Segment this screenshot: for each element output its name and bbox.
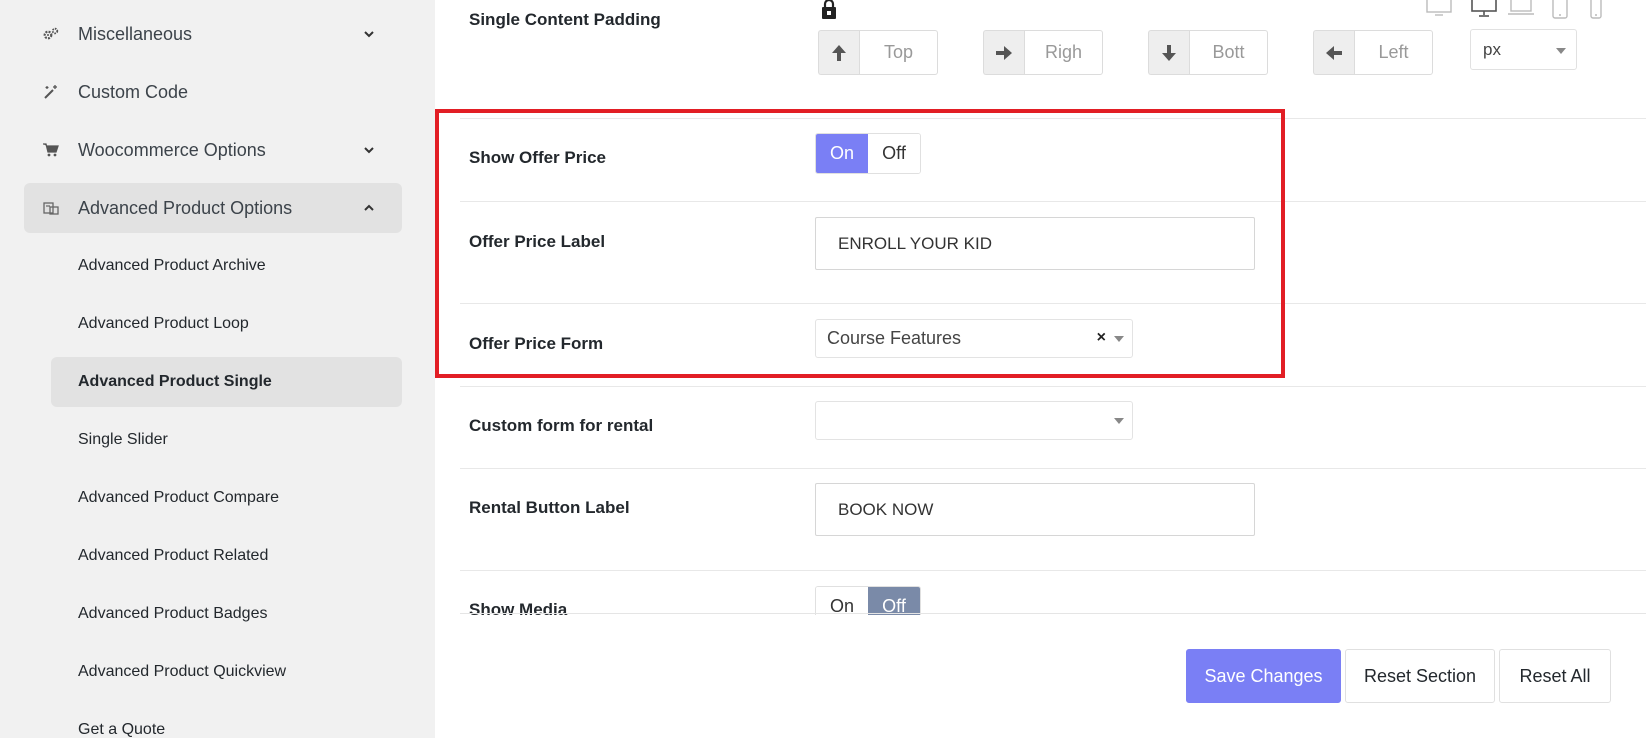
chevron-down-icon <box>362 143 376 157</box>
offer-price-form-select[interactable]: Course Features × <box>815 319 1133 358</box>
sidebar-item-woocommerce-options[interactable]: Woocommerce Options <box>24 125 402 175</box>
reset-section-button[interactable]: Reset Section <box>1345 649 1495 703</box>
sidebar-subitem-label: Advanced Product Compare <box>78 489 279 506</box>
sidebar-item-advanced-product-options[interactable]: Advanced Product Options <box>24 183 402 233</box>
product-options-icon <box>42 199 60 217</box>
footer-divider <box>460 613 1646 614</box>
sidebar-subitem-label: Advanced Product Loop <box>78 315 249 332</box>
settings-panel: Single Content Padding Top Righ Bott Lef… <box>435 0 1646 738</box>
row-divider <box>460 201 1646 202</box>
show-media-toggle: On Off <box>815 586 921 615</box>
sidebar: Miscellaneous Custom Code Woocommerce Op… <box>0 0 435 738</box>
custom-form-rental-select[interactable] <box>815 401 1133 440</box>
sidebar-subitem-get-a-quote[interactable]: Get a Quote <box>51 705 402 738</box>
sidebar-subitem-label: Advanced Product Archive <box>78 257 266 274</box>
sidebar-subitem-label: Advanced Product Related <box>78 547 269 564</box>
sidebar-subitem-label: Advanced Product Quickview <box>78 663 287 680</box>
arrow-left-icon <box>1313 30 1354 75</box>
sidebar-item-custom-code[interactable]: Custom Code <box>24 67 402 117</box>
row-divider <box>460 468 1646 469</box>
show-offer-price-label: Show Offer Price <box>469 148 606 167</box>
show-offer-price-toggle: On Off <box>815 133 921 174</box>
sidebar-subitem-advanced-product-archive[interactable]: Advanced Product Archive <box>51 241 402 291</box>
sidebar-item-miscellaneous[interactable]: Miscellaneous <box>24 9 402 59</box>
sidebar-subitem-advanced-product-compare[interactable]: Advanced Product Compare <box>51 473 402 523</box>
padding-unit-select[interactable]: px <box>1470 29 1577 70</box>
offer-price-form-value: Course Features <box>827 328 962 348</box>
arrow-right-icon <box>983 30 1024 75</box>
rental-button-label-input[interactable]: BOOK NOW <box>815 483 1255 536</box>
sidebar-subitem-advanced-product-quickview[interactable]: Advanced Product Quickview <box>51 647 402 697</box>
desktop-icon[interactable] <box>1425 0 1453 21</box>
tablet-icon[interactable] <box>1550 0 1570 25</box>
padding-bottom-group: Bott <box>1148 30 1268 75</box>
gears-icon <box>42 25 60 43</box>
padding-top-group: Top <box>818 30 938 75</box>
lock-icon[interactable] <box>820 0 838 25</box>
padding-label: Single Content Padding <box>469 10 661 29</box>
caret-down-icon <box>1114 418 1124 424</box>
mobile-icon[interactable] <box>1588 0 1604 25</box>
laptop-icon[interactable] <box>1507 0 1535 23</box>
sidebar-subitem-advanced-product-single[interactable]: Advanced Product Single <box>51 357 402 407</box>
chevron-up-icon <box>362 201 376 215</box>
padding-bottom-input[interactable]: Bott <box>1189 30 1268 75</box>
show-media-row: Show Media On Off <box>435 571 1646 615</box>
row-divider <box>460 303 1646 304</box>
sidebar-item-label: Woocommerce Options <box>78 139 266 160</box>
sidebar-subitem-label: Advanced Product Badges <box>78 605 268 622</box>
row-divider <box>460 386 1646 387</box>
sidebar-subitem-advanced-product-badges[interactable]: Advanced Product Badges <box>51 589 402 639</box>
sidebar-subitem-advanced-product-related[interactable]: Advanced Product Related <box>51 531 402 581</box>
padding-left-input[interactable]: Left <box>1354 30 1433 75</box>
sidebar-item-label: Custom Code <box>78 81 189 102</box>
show-media-off-button[interactable]: Off <box>868 587 920 615</box>
offer-price-form-label: Offer Price Form <box>469 334 604 353</box>
reset-all-button[interactable]: Reset All <box>1499 649 1611 703</box>
row-divider <box>460 118 1646 119</box>
padding-unit-value: px <box>1483 39 1501 59</box>
monitor-icon[interactable] <box>1470 0 1498 23</box>
caret-down-icon <box>1114 336 1124 342</box>
show-media-on-button[interactable]: On <box>816 587 868 615</box>
padding-left-group: Left <box>1313 30 1433 75</box>
chevron-down-icon <box>362 27 376 41</box>
sidebar-subitem-label: Single Slider <box>78 431 168 448</box>
cart-icon <box>42 141 60 159</box>
save-changes-button[interactable]: Save Changes <box>1186 649 1341 703</box>
sidebar-subitem-label: Advanced Product Single <box>78 373 272 390</box>
sidebar-item-label: Advanced Product Options <box>78 197 293 218</box>
sidebar-subitem-single-slider[interactable]: Single Slider <box>51 415 402 465</box>
show-offer-price-off-button[interactable]: Off <box>868 134 920 173</box>
caret-down-icon <box>1556 48 1566 54</box>
sidebar-subitem-label: Get a Quote <box>78 721 166 738</box>
rental-button-label-label: Rental Button Label <box>469 498 630 517</box>
offer-price-label-label: Offer Price Label <box>469 232 606 251</box>
show-offer-price-on-button[interactable]: On <box>816 134 868 173</box>
padding-right-input[interactable]: Righ <box>1024 30 1103 75</box>
magic-wand-icon <box>42 83 60 101</box>
padding-right-group: Righ <box>983 30 1103 75</box>
padding-top-input[interactable]: Top <box>859 30 938 75</box>
custom-form-rental-label: Custom form for rental <box>469 416 654 435</box>
clear-icon[interactable]: × <box>1097 329 1106 347</box>
offer-price-label-input[interactable]: ENROLL YOUR KID <box>815 217 1255 270</box>
sidebar-item-label: Miscellaneous <box>78 23 193 44</box>
sidebar-subitem-advanced-product-loop[interactable]: Advanced Product Loop <box>51 299 402 349</box>
arrow-up-icon <box>818 30 859 75</box>
arrow-down-icon <box>1148 30 1189 75</box>
